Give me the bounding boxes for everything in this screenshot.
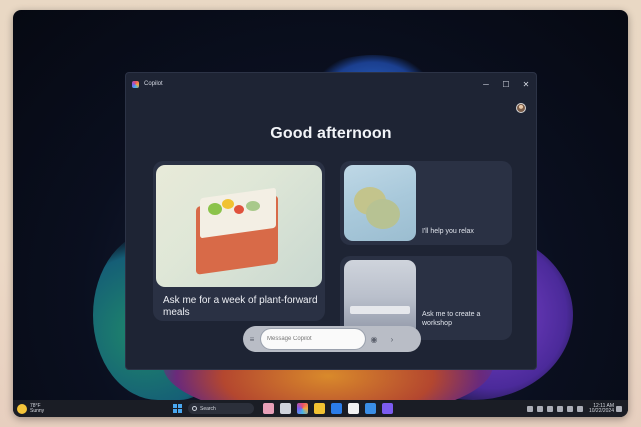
cloud-icon[interactable] [536, 405, 543, 412]
file-explorer-icon[interactable] [314, 403, 325, 414]
card-label-meals: Ask me for a week of plant-forward meals [163, 295, 318, 318]
store-icon[interactable] [348, 403, 359, 414]
edge-icon[interactable] [331, 403, 342, 414]
card-label-relax: I'll help you relax [422, 228, 474, 235]
veg [222, 199, 234, 209]
send-icon[interactable]: › [383, 330, 401, 348]
greeting-heading: Good afternoon [270, 125, 392, 142]
copilot-taskbar-icon[interactable] [297, 403, 308, 414]
taskbar-app-icon[interactable] [365, 403, 376, 414]
network-icon[interactable] [546, 405, 553, 412]
desktop: Copilot ─ ☐ ✕ Good afternoon Ask me for … [13, 10, 628, 417]
veg [208, 203, 222, 215]
veg [234, 205, 244, 214]
message-input[interactable] [260, 328, 366, 350]
wifi-icon[interactable] [556, 405, 563, 412]
maximize-button[interactable]: ☐ [496, 73, 516, 95]
clock[interactable]: 12:11 AM 10/22/2024 [588, 403, 614, 414]
notification-bell-icon[interactable] [616, 405, 622, 412]
message-composer: ≡ ◉ › [243, 326, 421, 352]
taskbar-app-icon[interactable] [382, 403, 393, 414]
close-button[interactable]: ✕ [516, 73, 536, 95]
chevron-up-icon[interactable] [526, 405, 533, 412]
card-label-workshop: Ask me to create a workshop [422, 311, 481, 327]
sun-icon [17, 403, 27, 414]
weather-widget[interactable]: 78°F Sunny [17, 403, 45, 414]
voice-icon[interactable]: ◉ [365, 330, 383, 348]
blob [366, 199, 400, 229]
relax-image [344, 165, 416, 241]
menu-icon[interactable]: ≡ [243, 330, 261, 348]
suggestion-card-relax[interactable]: I'll help you relax [340, 161, 512, 245]
taskbar: 78°F Sunny Search 12:11 AM 10/22/2024 [13, 400, 628, 417]
veg [246, 201, 260, 211]
taskbar-search[interactable]: Search [188, 403, 254, 414]
avatar[interactable] [516, 103, 526, 113]
table-shape [350, 306, 410, 314]
window-title: Copilot [144, 81, 163, 87]
search-icon [192, 406, 197, 411]
battery-icon[interactable] [576, 405, 583, 412]
taskbar-app-icon[interactable] [263, 403, 274, 414]
workshop-image [344, 260, 416, 336]
meal-image [156, 165, 322, 287]
search-label: Search [200, 405, 216, 412]
system-tray: 12:11 AM 10/22/2024 [525, 403, 624, 414]
taskbar-app-icon[interactable] [280, 403, 291, 414]
suggestion-card-meals[interactable]: Ask me for a week of plant-forward meals [153, 161, 325, 321]
minimize-button[interactable]: ─ [476, 73, 496, 95]
title-bar[interactable]: Copilot ─ ☐ ✕ [126, 73, 536, 95]
start-button[interactable] [173, 404, 182, 413]
weather-desc: Sunny [30, 407, 45, 414]
copilot-logo-icon [132, 80, 139, 88]
copilot-window: Copilot ─ ☐ ✕ Good afternoon Ask me for … [125, 72, 537, 370]
clock-date: 10/22/2024 [588, 407, 614, 414]
volume-icon[interactable] [566, 405, 573, 412]
